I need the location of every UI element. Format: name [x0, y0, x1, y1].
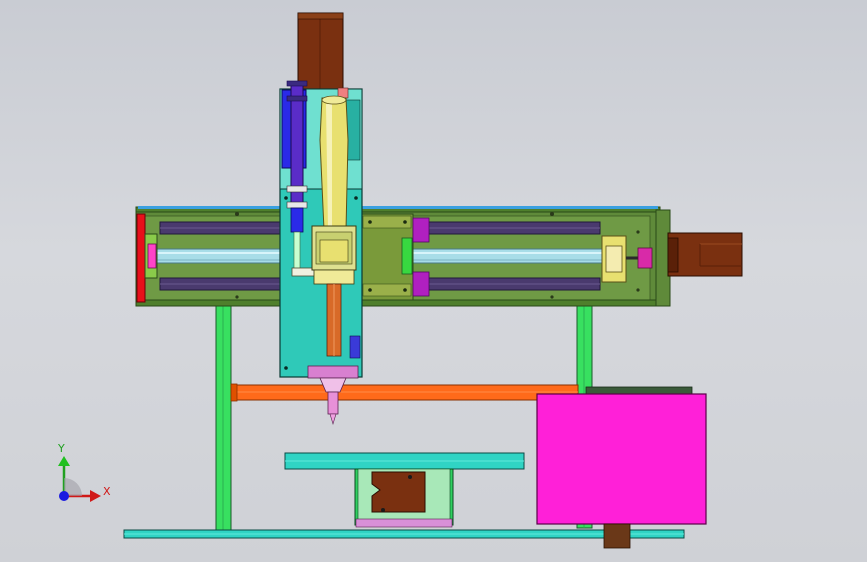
lower-motor-mount [354, 468, 454, 528]
y-axis-label: Y [58, 442, 65, 455]
top-servo-motor [297, 12, 344, 91]
cross-bar [230, 383, 579, 402]
base-plate [123, 529, 685, 539]
control-cabinet [536, 386, 707, 549]
right-servo-motor [667, 232, 743, 277]
worktable [284, 452, 525, 470]
left-support-column [215, 302, 232, 532]
cad-assembly-drawing [58, 12, 743, 549]
x-axis-label: X [103, 485, 111, 498]
axis-triad [58, 456, 101, 502]
